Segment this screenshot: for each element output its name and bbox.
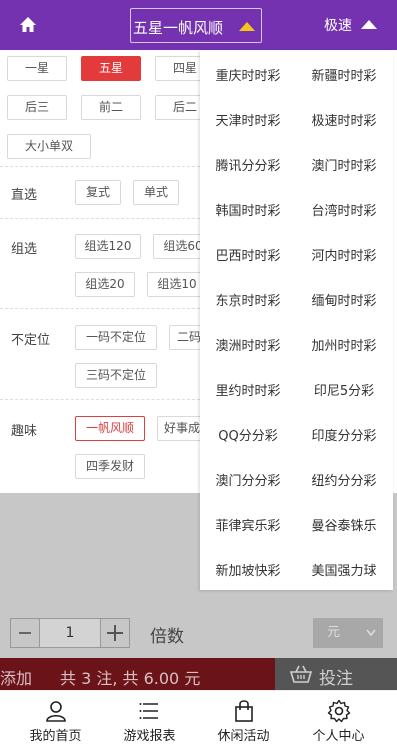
lottery-menu-item[interactable]: 极速时时彩 [296, 110, 392, 129]
lottery-menu-item[interactable]: 新疆时时彩 [296, 65, 392, 84]
divider [0, 218, 200, 219]
lottery-menu-item[interactable]: 腾讯分分彩 [200, 155, 296, 174]
increase-button[interactable] [100, 618, 130, 648]
star-tab[interactable]: 前二 [81, 95, 141, 120]
row-label-position: 不定位 [11, 333, 51, 348]
decrease-button[interactable] [10, 618, 40, 648]
tab-activities[interactable]: 休闲活动 [194, 691, 293, 746]
lottery-menu-item[interactable]: 缅甸时时彩 [296, 290, 392, 309]
basket-icon [289, 665, 313, 683]
user-icon [46, 701, 66, 722]
lottery-menu: 重庆时时彩 新疆时时彩 天津时时彩 极速时时彩 腾讯分分彩 澳门时时彩 韩国时时… [200, 50, 393, 590]
header: 五星一帆风顺 极速 [0, 0, 397, 50]
lottery-menu-item[interactable]: 巴西时时彩 [200, 245, 296, 264]
tab-label: 游戏报表 [123, 729, 176, 744]
play-option[interactable]: 复式 [75, 180, 121, 205]
divider [0, 166, 200, 167]
lottery-menu-item[interactable]: 澳门分分彩 [200, 470, 296, 489]
add-section: 添加 共 3 注, 共 6.00 元 [0, 658, 275, 690]
lottery-menu-item[interactable]: 里约时时彩 [200, 380, 296, 399]
lottery-menu-item[interactable]: 天津时时彩 [200, 110, 296, 129]
play-option[interactable]: 单式 [133, 180, 179, 205]
play-option[interactable]: 组选10 [147, 272, 207, 297]
bet-summary: 共 3 注, 共 6.00 元 [60, 669, 201, 688]
list-icon [139, 703, 158, 719]
quantity-input[interactable]: 1 [40, 618, 100, 648]
lottery-menu-item[interactable]: QQ分分彩 [200, 425, 296, 444]
play-option[interactable]: 一码不定位 [75, 325, 157, 350]
play-option-selected[interactable]: 一帆风顺 [75, 416, 145, 441]
tab-label: 个人中心 [312, 729, 365, 744]
add-button[interactable]: 添加 [0, 665, 32, 689]
caret-up-icon [239, 22, 255, 31]
lottery-menu-item[interactable]: 曼谷泰铢乐 [296, 515, 392, 534]
tab-home[interactable]: 我的首页 [6, 691, 105, 746]
lottery-menu-item[interactable]: 韩国时时彩 [200, 200, 296, 219]
star-tab[interactable]: 后三 [7, 95, 67, 120]
unit-select[interactable]: 元 [313, 618, 383, 648]
bag-icon [235, 700, 253, 722]
caret-up-icon[interactable] [360, 17, 378, 31]
play-option[interactable]: 四季发财 [75, 454, 145, 479]
game-title-dropdown[interactable]: 五星一帆风顺 [130, 8, 262, 43]
lottery-menu-item[interactable]: 重庆时时彩 [200, 65, 296, 84]
home-icon[interactable] [18, 15, 38, 35]
tab-label: 我的首页 [29, 729, 82, 744]
play-option[interactable]: 组选20 [75, 272, 135, 297]
multiplier-row: 1 倍数 元 [0, 608, 397, 658]
bottom-tab-bar: 我的首页 游戏报表 休闲活动 个人中心 [0, 690, 397, 746]
star-tab-active[interactable]: 五星 [81, 56, 141, 81]
lottery-menu-item[interactable]: 菲律宾乐彩 [200, 515, 296, 534]
action-bar: 添加 共 3 注, 共 6.00 元 投注 [0, 658, 397, 690]
row-label-fun: 趣味 [11, 424, 38, 439]
lottery-menu-item[interactable]: 台湾时时彩 [296, 200, 392, 219]
star-tab[interactable]: 一星 [7, 56, 67, 81]
divider [0, 399, 200, 400]
lottery-menu-item[interactable]: 河内时时彩 [296, 245, 392, 264]
bet-button[interactable]: 投注 [275, 658, 397, 690]
lottery-menu-item[interactable]: 加州时时彩 [296, 335, 392, 354]
tab-profile[interactable]: 个人中心 [289, 691, 388, 746]
lottery-menu-item[interactable]: 纽约分分彩 [296, 470, 392, 489]
row-label-group: 组选 [11, 242, 38, 257]
lottery-menu-item[interactable]: 美国强力球 [296, 560, 392, 579]
star-tab[interactable]: 大小单双 [7, 134, 91, 159]
unit-value: 元 [327, 625, 341, 640]
lottery-menu-item[interactable]: 印度分分彩 [296, 425, 392, 444]
chevron-down-icon [366, 629, 376, 637]
lottery-menu-item[interactable]: 澳洲时时彩 [200, 335, 296, 354]
row-label-direct: 直选 [11, 188, 38, 203]
gear-icon [327, 699, 351, 723]
lottery-menu-item[interactable]: 东京时时彩 [200, 290, 296, 309]
divider [0, 308, 200, 309]
play-option[interactable]: 三码不定位 [75, 363, 157, 388]
speed-selector[interactable]: 极速 [324, 15, 352, 35]
lottery-menu-item[interactable]: 澳门时时彩 [296, 155, 392, 174]
game-title: 五星一帆风顺 [133, 19, 224, 37]
tab-reports[interactable]: 游戏报表 [100, 691, 199, 746]
lottery-menu-item[interactable]: 印尼5分彩 [296, 380, 392, 399]
multiplier-label: 倍数 [150, 627, 184, 647]
lottery-menu-item[interactable]: 新加坡快彩 [200, 560, 296, 579]
tab-label: 休闲活动 [217, 729, 270, 744]
bet-label: 投注 [319, 669, 353, 689]
play-option[interactable]: 组选120 [75, 234, 141, 259]
